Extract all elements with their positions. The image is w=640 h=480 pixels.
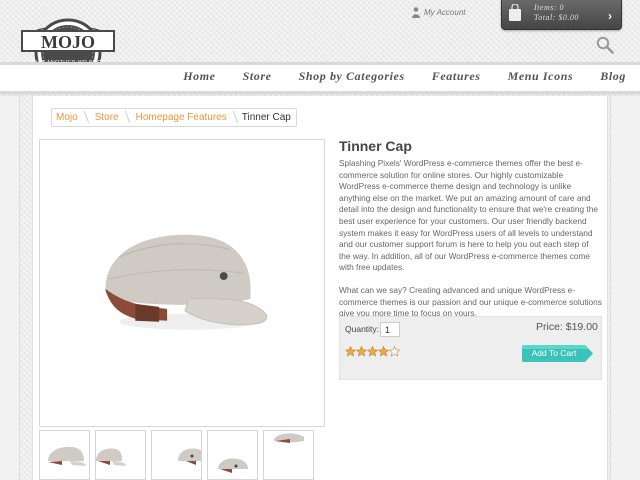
- add-to-cart-button[interactable]: Add To Cart: [522, 345, 593, 362]
- right-gutter: [610, 96, 640, 480]
- nav-item-menu-icons[interactable]: Menu Icons: [508, 69, 574, 84]
- breadcrumb-item-store[interactable]: Store: [85, 109, 126, 126]
- shopping-bag-icon: [509, 4, 521, 21]
- nav-item-store[interactable]: Store: [243, 69, 272, 84]
- add-to-cart-label: Add To Cart: [531, 348, 577, 358]
- product-description-paragraph: What can we say? Creating advanced and u…: [339, 284, 602, 319]
- star-icon[interactable]: [378, 346, 389, 357]
- cart-items-count: Items: 0: [534, 3, 564, 12]
- product-thumbnail[interactable]: [151, 430, 202, 480]
- nav-item-shop-by-categories[interactable]: Shop by Categories: [299, 69, 405, 84]
- breadcrumb: Mojo Store Homepage Features Tinner Cap: [51, 108, 297, 127]
- product-thumbnail[interactable]: [207, 430, 258, 480]
- user-icon: [412, 6, 420, 18]
- logo-wordmark: MOJO: [41, 32, 95, 52]
- star-icon[interactable]: [389, 346, 400, 357]
- cap-image: [105, 234, 268, 330]
- product-thumbnail[interactable]: [263, 430, 314, 480]
- product-price: Price: $19.00: [536, 321, 598, 333]
- chevron-right-icon: ›: [608, 9, 612, 23]
- breadcrumb-item-homepage-features[interactable]: Homepage Features: [126, 109, 234, 126]
- breadcrumb-item-mojo[interactable]: Mojo: [52, 109, 85, 126]
- nav-item-home[interactable]: Home: [183, 69, 215, 84]
- nav-item-features[interactable]: Features: [432, 69, 481, 84]
- cart-total: Total: $0.00: [534, 13, 579, 22]
- star-icon[interactable]: [345, 346, 356, 357]
- star-icon[interactable]: [367, 346, 378, 357]
- my-account-link[interactable]: My Account: [412, 5, 466, 19]
- main-navigation: Home Store Shop by Categories Features M…: [0, 62, 640, 94]
- quantity-label: Quantity:: [345, 324, 380, 334]
- product-description: Splashing Pixels' WordPress e-commerce t…: [339, 158, 602, 320]
- breadcrumb-item-current: Tinner Cap: [241, 112, 291, 123]
- product-main-image[interactable]: [39, 139, 325, 427]
- quantity-input[interactable]: [380, 322, 400, 337]
- nav-item-blog[interactable]: Blog: [600, 69, 626, 84]
- search-icon[interactable]: [596, 36, 614, 54]
- product-thumbnail[interactable]: [95, 430, 146, 480]
- product-thumbnail[interactable]: [39, 430, 90, 480]
- my-account-label: My Account: [424, 7, 466, 17]
- cart-widget[interactable]: Items: 0 Total: $0.00 ›: [501, 0, 622, 30]
- product-title: Tinner Cap: [339, 138, 412, 154]
- star-icon[interactable]: [356, 346, 367, 357]
- star-rating[interactable]: [345, 346, 400, 357]
- product-description-paragraph: Splashing Pixels' WordPress e-commerce t…: [339, 158, 598, 273]
- left-gutter: [0, 96, 20, 480]
